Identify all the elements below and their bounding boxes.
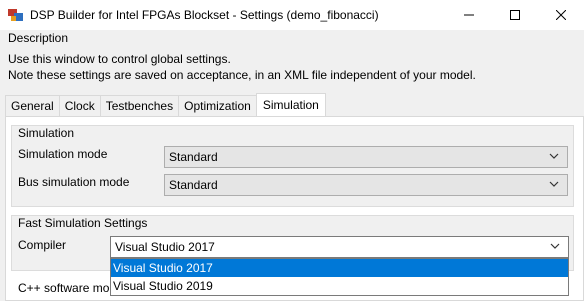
settings-tabs: General Clock Testbenches Optimization S… xyxy=(5,93,326,116)
tab-general[interactable]: General xyxy=(5,95,59,116)
bus-simulation-mode-label: Bus simulation mode xyxy=(18,175,130,189)
simulation-mode-label: Simulation mode xyxy=(18,147,108,161)
chevron-down-icon xyxy=(549,181,559,187)
compiler-option-vs2019[interactable]: Visual Studio 2019 xyxy=(111,277,568,295)
description-text-line1: Use this window to control global settin… xyxy=(8,52,231,66)
compiler-dropdown-list: Visual Studio 2017 Visual Studio 2019 xyxy=(110,258,569,296)
bus-simulation-mode-value: Standard xyxy=(169,178,218,192)
minimize-button[interactable] xyxy=(446,0,492,30)
compiler-label: Compiler xyxy=(18,238,67,252)
window-controls xyxy=(446,0,584,30)
compiler-select[interactable]: Visual Studio 2017 xyxy=(110,236,569,258)
maximize-button[interactable] xyxy=(492,0,538,30)
simulation-mode-value: Standard xyxy=(169,150,218,164)
maximize-icon xyxy=(510,10,520,20)
cpp-software-mode-label: C++ software mo xyxy=(18,281,110,295)
window-title: DSP Builder for Intel FPGAs Blockset - S… xyxy=(30,8,379,22)
description-text-line2: Note these settings are saved on accepta… xyxy=(8,68,476,82)
minimize-icon xyxy=(464,14,474,16)
simulation-mode-select[interactable]: Standard xyxy=(164,146,568,168)
tab-optimization[interactable]: Optimization xyxy=(178,95,256,116)
tab-clock[interactable]: Clock xyxy=(58,95,100,116)
bus-simulation-mode-select[interactable]: Standard xyxy=(164,174,568,196)
title-bar: DSP Builder for Intel FPGAs Blockset - S… xyxy=(0,0,584,30)
close-icon xyxy=(556,10,566,20)
simulation-group-title: Simulation xyxy=(18,126,75,140)
chevron-down-icon xyxy=(549,153,559,159)
close-button[interactable] xyxy=(538,0,584,30)
fast-simulation-group-title: Fast Simulation Settings xyxy=(18,216,148,230)
tab-simulation[interactable]: Simulation xyxy=(255,93,326,116)
compiler-value: Visual Studio 2017 xyxy=(115,240,215,254)
compiler-option-vs2017[interactable]: Visual Studio 2017 xyxy=(111,259,568,277)
description-label: Description xyxy=(8,31,69,45)
chevron-down-icon xyxy=(550,243,560,249)
tab-testbenches[interactable]: Testbenches xyxy=(99,95,179,116)
app-logo-icon xyxy=(8,7,24,23)
